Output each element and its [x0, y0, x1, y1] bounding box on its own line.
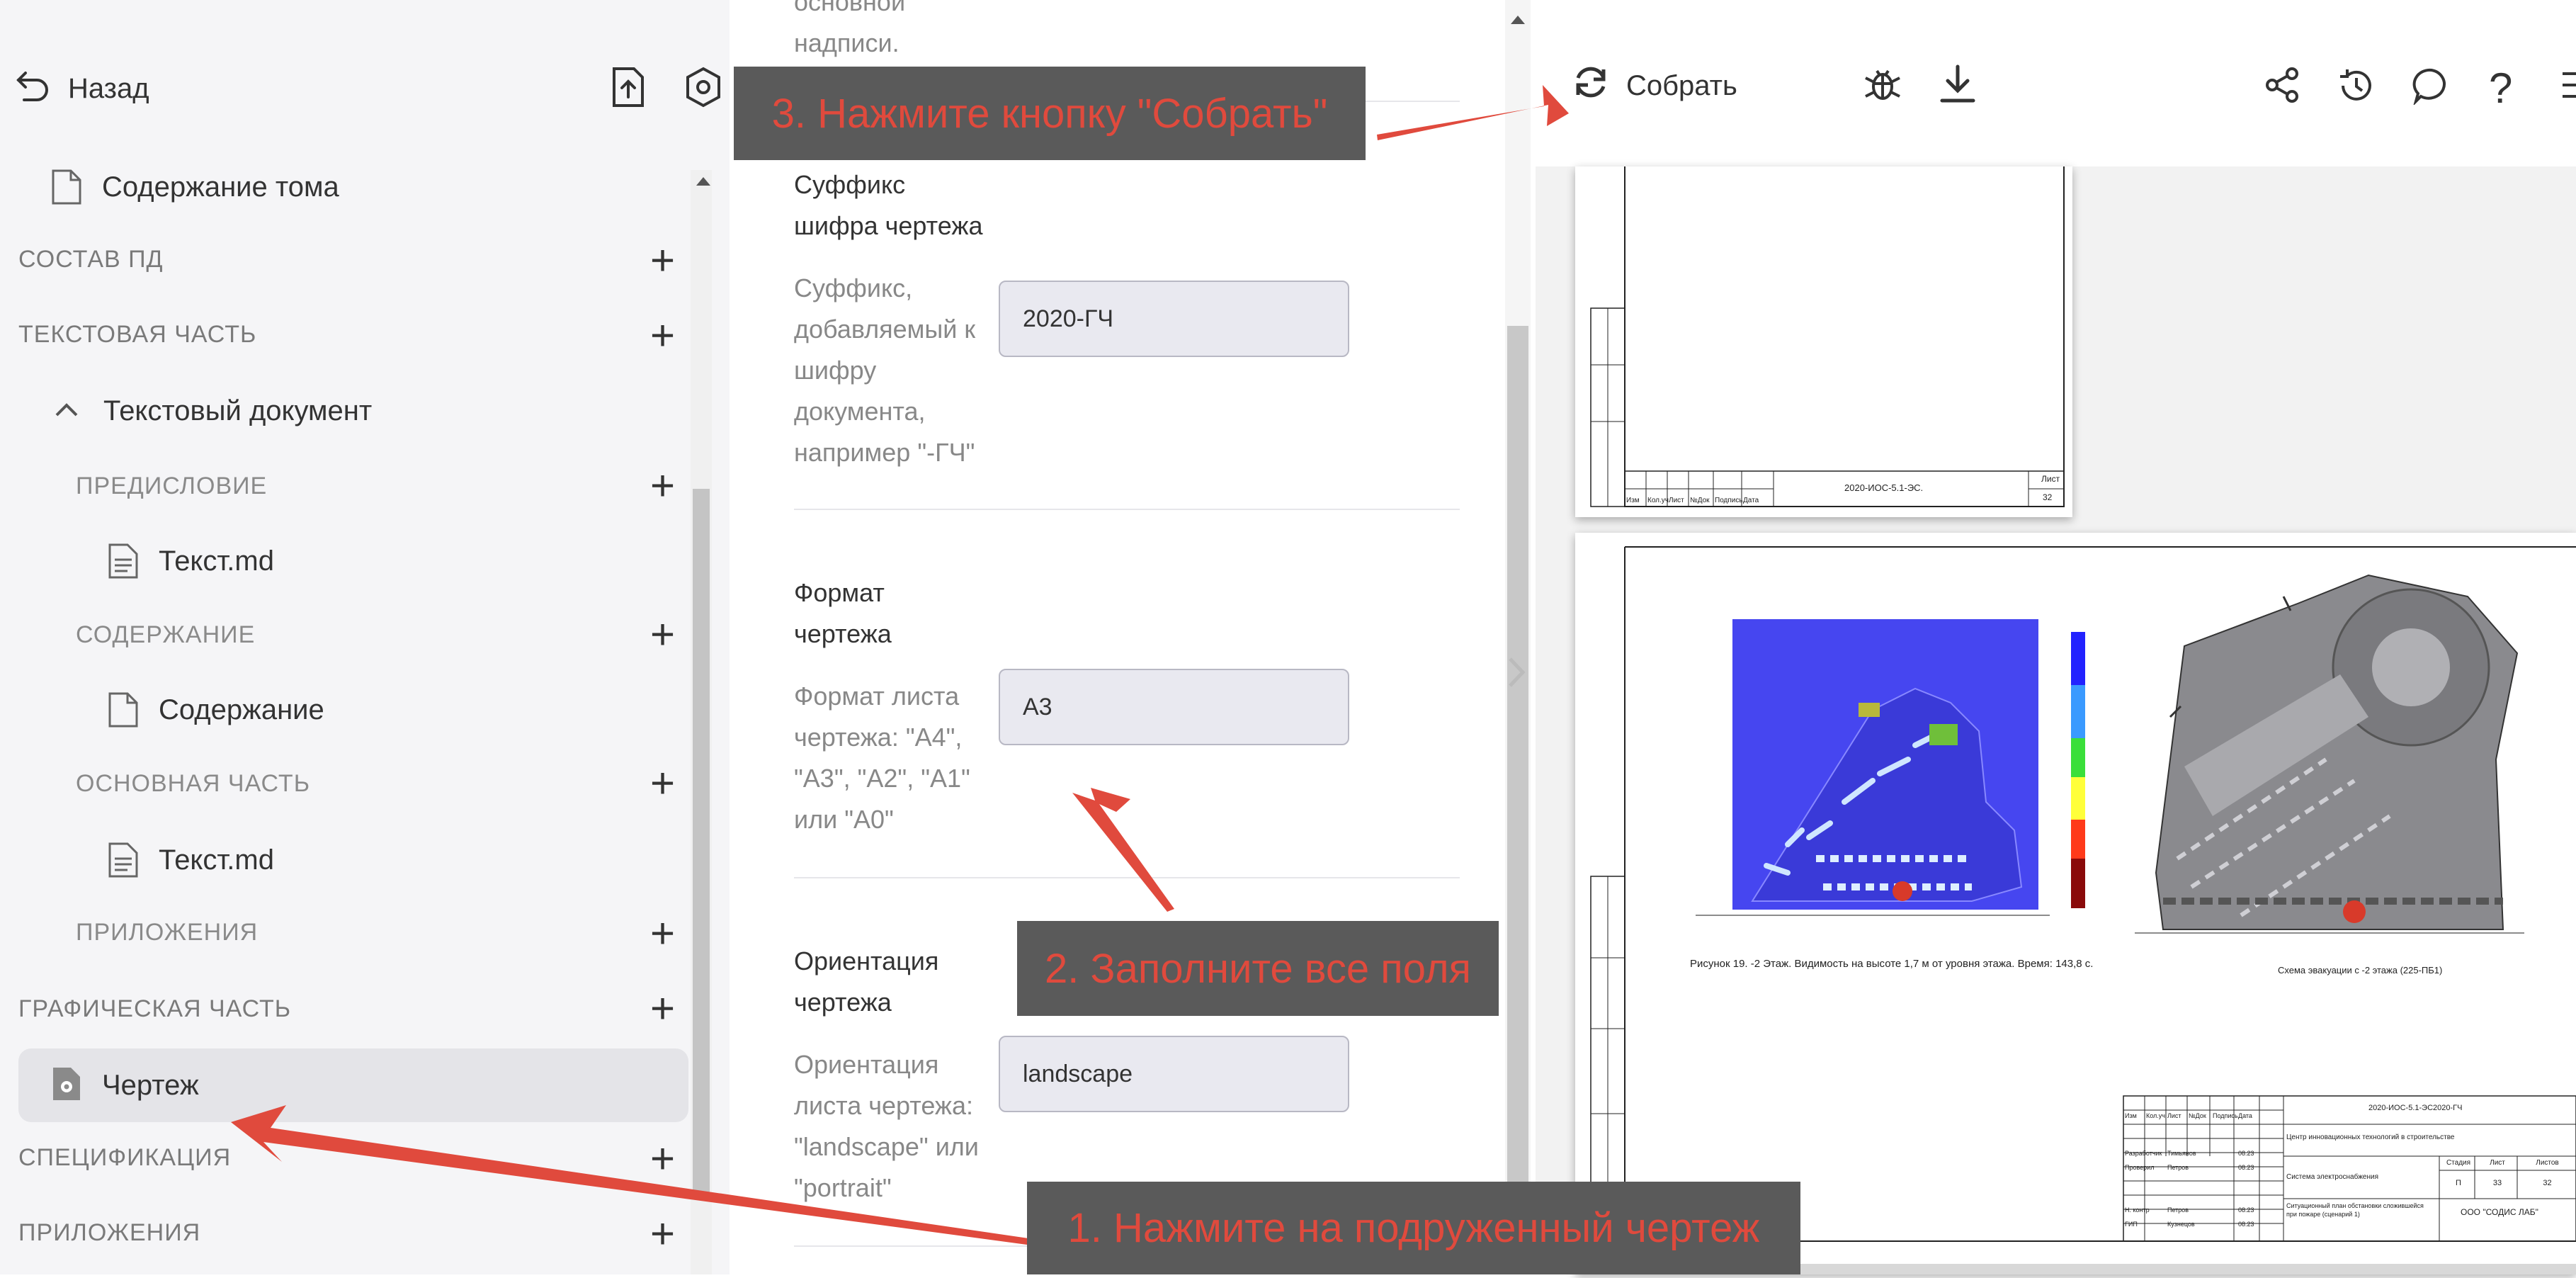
callout-step-2: 2. Заполните все поля [1017, 921, 1499, 1016]
callout-step-3: 3. Нажмите кнопку "Собрать" [734, 67, 1366, 160]
arrow-to-drawing-item [231, 1105, 1028, 1245]
arrow-to-build-button [1377, 85, 1569, 140]
callout-step-1: 1. Нажмите на подруженный чертеж [1027, 1182, 1800, 1274]
arrow-to-form-field [1072, 788, 1174, 912]
annotation-arrows [231, 85, 1569, 1245]
